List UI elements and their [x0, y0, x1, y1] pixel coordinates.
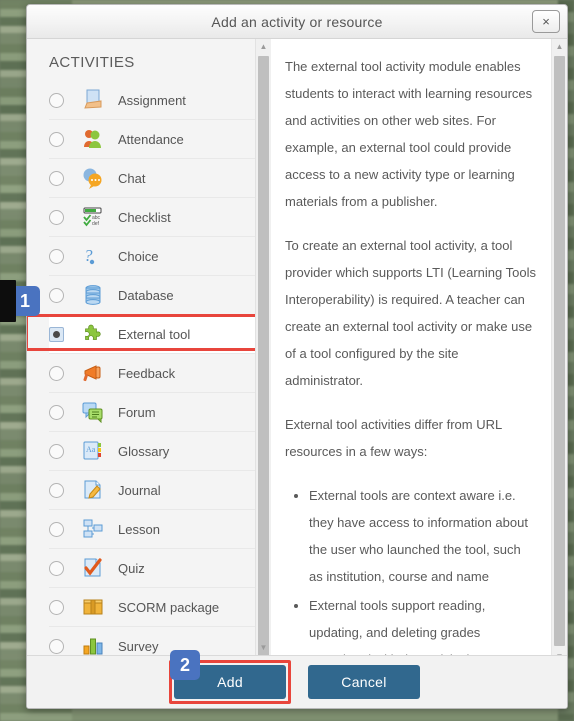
activity-label: Chat	[118, 170, 146, 186]
database-icon	[80, 283, 106, 307]
activity-label: Quiz	[118, 560, 145, 576]
description-bullet: External tools are context aware i.e. th…	[309, 482, 537, 590]
activity-row-assignment[interactable]: Assignment	[49, 81, 255, 120]
activity-radio[interactable]	[49, 521, 64, 537]
activity-radio[interactable]	[49, 326, 64, 342]
lesson-icon	[80, 517, 106, 541]
activity-radio[interactable]	[49, 599, 64, 615]
activity-radio[interactable]	[49, 131, 64, 147]
external-tool-icon	[80, 322, 106, 346]
scrollbar-thumb[interactable]	[258, 56, 269, 655]
activity-row-feedback[interactable]: Feedback	[49, 354, 255, 393]
description-pane: The external tool activity module enable…	[271, 39, 567, 655]
activity-row-quiz[interactable]: Quiz	[49, 549, 255, 588]
journal-icon	[80, 478, 106, 502]
activity-label: Attendance	[118, 131, 184, 147]
description-scrollbar[interactable]: ▲ ▼	[551, 39, 567, 655]
activity-radio[interactable]	[49, 404, 64, 420]
activity-row-attendance[interactable]: Attendance	[49, 120, 255, 159]
activity-row-choice[interactable]: ? Choice	[49, 237, 255, 276]
quiz-icon	[80, 556, 106, 580]
assignment-icon	[80, 88, 106, 112]
activity-radio[interactable]	[49, 482, 64, 498]
feedback-icon	[80, 361, 106, 385]
activity-label: Journal	[118, 482, 161, 498]
activities-pane: ACTIVITIES Assignment Attendance Chat abc de…	[27, 39, 271, 655]
cancel-button[interactable]: Cancel	[308, 665, 420, 699]
activity-label: Survey	[118, 638, 159, 654]
activity-label: Assignment	[118, 92, 186, 108]
activities-scrollbar[interactable]: ▲ ▼	[255, 39, 271, 655]
scroll-up-icon[interactable]: ▲	[256, 39, 271, 54]
choice-icon: ?	[80, 244, 106, 268]
activity-row-database[interactable]: Database	[49, 276, 255, 315]
activity-label: Choice	[118, 248, 159, 264]
close-icon[interactable]: ×	[532, 10, 560, 33]
activity-row-external-tool[interactable]: External tool	[27, 314, 271, 354]
svg-text:Aa: Aa	[86, 445, 96, 454]
modal-footer: Add Cancel	[27, 655, 567, 708]
activity-radio[interactable]	[49, 248, 64, 264]
annotation-badge-1: 1	[0, 280, 40, 322]
activity-row-survey[interactable]: Survey	[49, 627, 255, 655]
activity-row-chat[interactable]: Chat	[49, 159, 255, 198]
activities-list: Assignment Attendance Chat abc def Checklist?…	[27, 81, 271, 655]
description-paragraph: The external tool activity module enable…	[285, 59, 533, 209]
scorm-icon	[80, 595, 106, 619]
description-bullet: External tools support reading, updating…	[309, 592, 537, 655]
modal-titlebar: Add an activity or resource ×	[27, 5, 567, 39]
scrollbar-thumb[interactable]	[554, 56, 565, 646]
description-paragraph: To create an external tool activity, a t…	[285, 238, 536, 388]
svg-text:def: def	[92, 221, 100, 227]
activity-row-checklist[interactable]: abc def Checklist	[49, 198, 255, 237]
add-activity-modal: Add an activity or resource × ACTIVITIES…	[26, 4, 568, 709]
survey-icon	[80, 634, 106, 655]
checklist-icon: abc def	[80, 205, 106, 229]
activity-label: Glossary	[118, 443, 170, 459]
activity-label: Database	[118, 287, 174, 303]
activity-row-forum[interactable]: Forum	[49, 393, 255, 432]
activity-label: External tool	[118, 326, 191, 342]
glossary-icon: Aa	[80, 439, 106, 463]
activity-radio[interactable]	[49, 638, 64, 654]
activity-radio[interactable]	[49, 92, 64, 108]
activity-radio[interactable]	[49, 443, 64, 459]
description-bullet-list: External tools are context aware i.e. th…	[285, 482, 537, 655]
activity-label: Forum	[118, 404, 156, 420]
activities-heading: ACTIVITIES	[49, 54, 135, 71]
activity-radio[interactable]	[49, 365, 64, 381]
modal-title: Add an activity or resource	[211, 13, 383, 30]
description-paragraph: External tool activities differ from URL…	[285, 417, 502, 459]
activity-label: Feedback	[118, 365, 176, 381]
activity-row-journal[interactable]: Journal	[49, 471, 255, 510]
activity-row-scorm-package[interactable]: SCORM package	[49, 588, 255, 627]
activity-label: SCORM package	[118, 599, 220, 615]
chat-icon	[80, 166, 106, 190]
modal-body: ACTIVITIES Assignment Attendance Chat abc de…	[27, 39, 567, 655]
activity-radio[interactable]	[49, 560, 64, 576]
annotation-badge-2: 2	[170, 650, 200, 680]
attendance-icon	[80, 127, 106, 151]
activity-label: Lesson	[118, 521, 160, 537]
activity-row-lesson[interactable]: Lesson	[49, 510, 255, 549]
forum-icon	[80, 400, 106, 424]
activity-row-glossary[interactable]: Aa Glossary	[49, 432, 255, 471]
activity-label: Checklist	[118, 209, 171, 225]
scroll-down-icon[interactable]: ▼	[256, 640, 271, 655]
scroll-up-icon[interactable]: ▲	[552, 39, 567, 54]
activity-radio[interactable]	[49, 287, 64, 303]
description-text: The external tool activity module enable…	[271, 39, 567, 655]
activity-radio[interactable]	[49, 170, 64, 186]
activity-radio[interactable]	[49, 209, 64, 225]
